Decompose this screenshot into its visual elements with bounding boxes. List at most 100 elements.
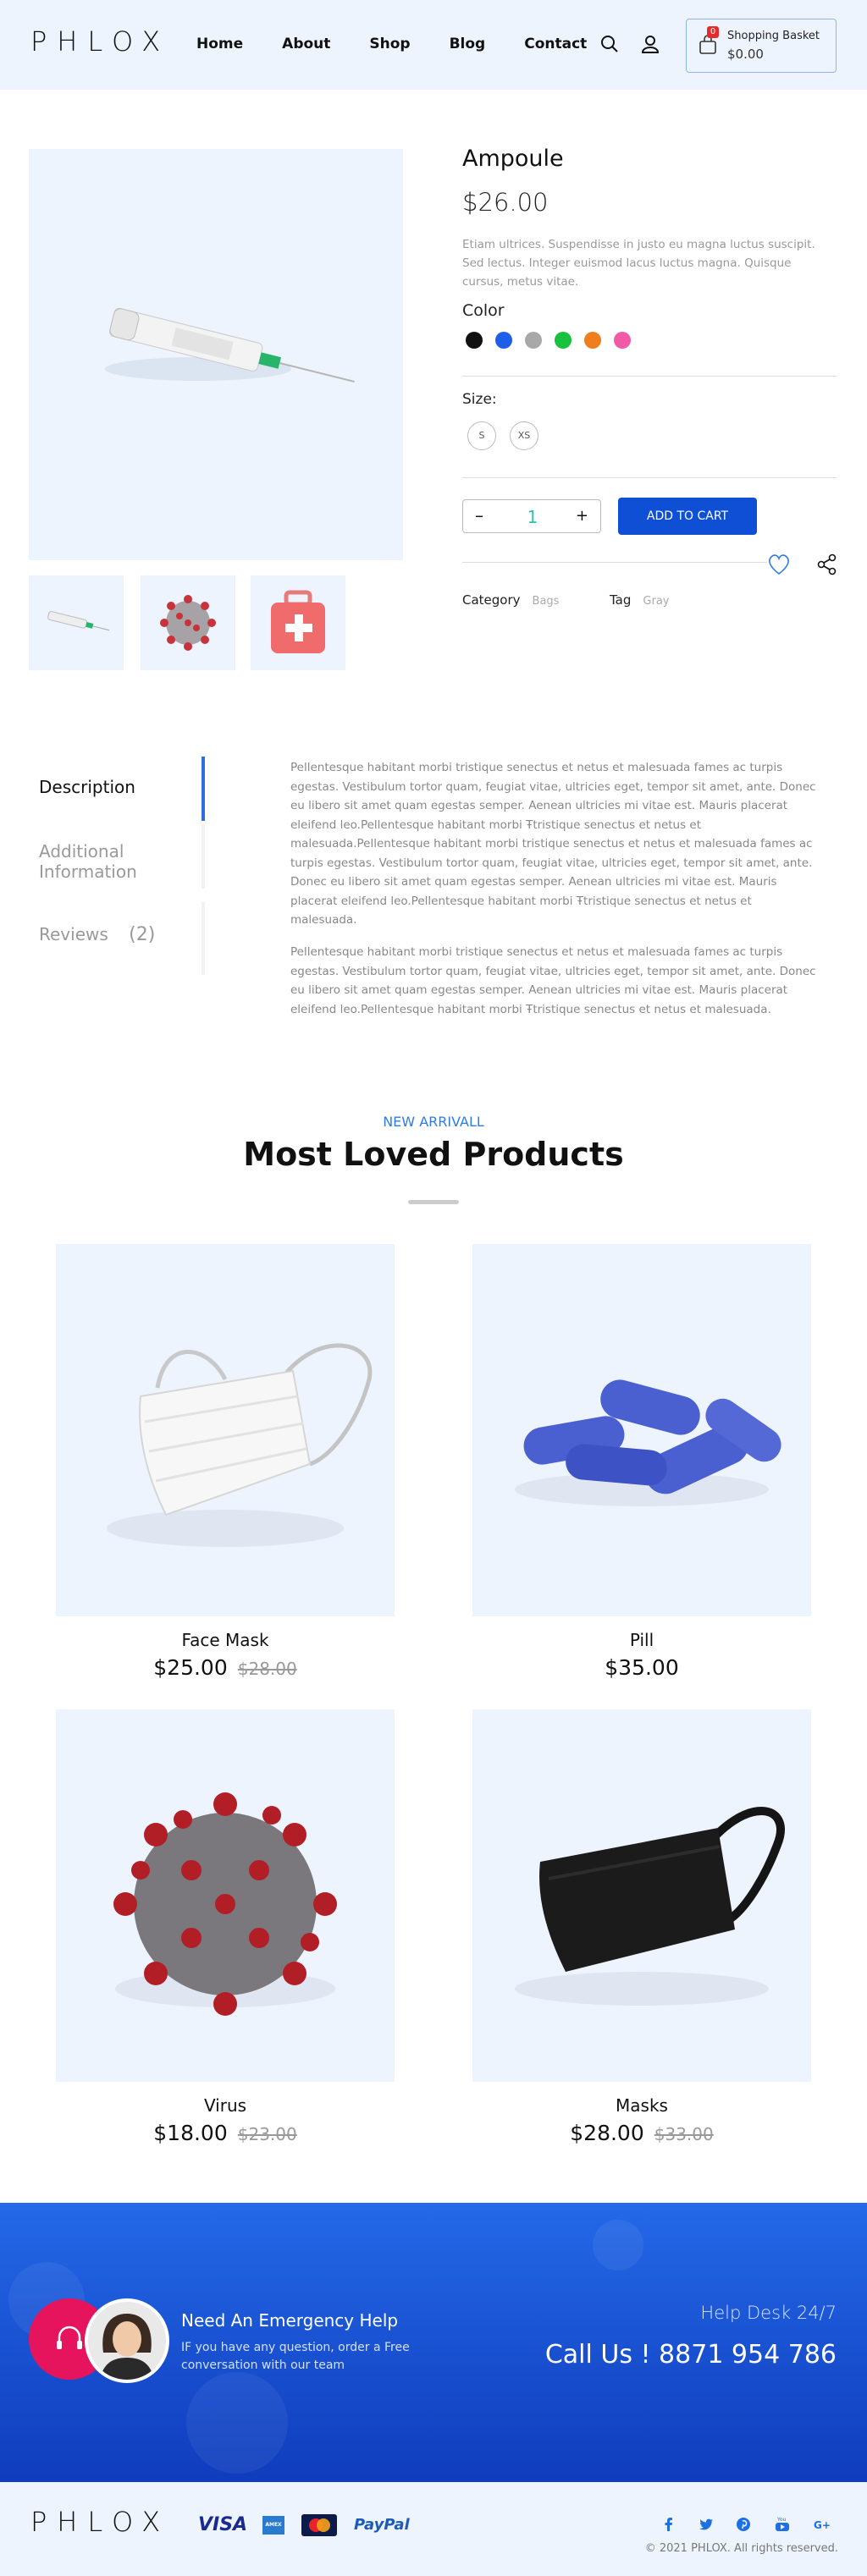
color-swatches: [466, 332, 643, 349]
tag-label: Tag: [610, 592, 632, 608]
nav-shop[interactable]: Shop: [369, 36, 410, 52]
divider: [462, 376, 837, 377]
current-price: $18.00: [153, 2121, 228, 2145]
virus-image: [113, 1792, 337, 2016]
size-option-xs[interactable]: XS: [510, 421, 538, 450]
product-card-face-mask[interactable]: [56, 1244, 395, 1616]
product-description: Etiam ultrices. Suspendisse in justo eu …: [462, 238, 815, 289]
product-price-face-mask: $25.00 $28.00: [56, 1655, 395, 1680]
emergency-banner: Need An Emergency Help IF you have any q…: [0, 2203, 867, 2482]
color-label: Color: [462, 301, 505, 320]
paypal-icon: PayPal: [354, 2516, 410, 2534]
product-title: Ampoule: [462, 146, 564, 172]
tab-additional-label-line1: Additional: [39, 841, 124, 861]
color-swatch-black[interactable]: [466, 332, 483, 349]
product-price-pill: $35.00: [472, 1655, 811, 1680]
copyright-text: © 2021 PHLOX. All rights reserved.: [644, 2542, 838, 2555]
category-value[interactable]: Bags: [533, 595, 560, 608]
size-options: S XS: [467, 421, 552, 450]
shopping-basket[interactable]: 0 Shopping Basket $0.00: [686, 19, 837, 73]
headset-icon: [57, 2326, 82, 2349]
divider: [462, 477, 837, 478]
description-paragraph-2: Pellentesque habitant morbi tristique se…: [290, 945, 816, 1016]
product-card-pill[interactable]: [472, 1244, 811, 1616]
twitter-icon[interactable]: [698, 2516, 715, 2533]
google-plus-icon[interactable]: G+: [813, 2516, 830, 2533]
share-icon[interactable]: [816, 553, 838, 575]
section-kicker: NEW ARRIVALL: [383, 1114, 484, 1130]
nav-home[interactable]: Home: [196, 36, 243, 52]
user-icon[interactable]: [640, 34, 660, 54]
call-us-phone[interactable]: Call Us ! 8871 954 786: [545, 2340, 837, 2370]
tab-indicator-active: [202, 757, 205, 821]
add-to-cart-button[interactable]: ADD TO CART: [618, 498, 757, 535]
old-price: $28.00: [237, 1659, 297, 1679]
support-agent-avatar: [85, 2298, 169, 2383]
product-main-image[interactable]: [29, 149, 403, 560]
virus-thumb-icon: [160, 595, 216, 651]
basket-label: Shopping Basket: [727, 30, 820, 42]
facebook-icon[interactable]: [660, 2516, 677, 2533]
youtube-icon[interactable]: You: [774, 2516, 791, 2533]
old-price: $33.00: [654, 2124, 714, 2144]
syringe-image: [105, 307, 355, 383]
product-card-virus[interactable]: [56, 1709, 395, 2082]
tag-value[interactable]: Gray: [643, 595, 669, 608]
pinterest-icon[interactable]: [735, 2516, 752, 2533]
product-name-masks[interactable]: Masks: [472, 2095, 811, 2116]
quantity-stepper: – 1 +: [462, 499, 601, 533]
black-mask-image: [515, 1807, 785, 2006]
current-price: $35.00: [605, 1655, 679, 1680]
color-swatch-orange[interactable]: [584, 332, 601, 349]
section-title: Most Loved Products: [243, 1136, 624, 1173]
divider: [462, 562, 767, 563]
site-footer: PHLOX VISA AMEX PayPal You G+ © 2021 PHL…: [0, 2482, 867, 2576]
tab-additional-label-line2: Information: [39, 861, 137, 882]
decorative-bubble: [593, 2220, 643, 2271]
search-icon[interactable]: [599, 34, 620, 54]
color-swatch-gray[interactable]: [525, 332, 542, 349]
product-name-virus[interactable]: Virus: [56, 2095, 395, 2116]
tab-additional-information[interactable]: Additional Information: [39, 841, 137, 882]
nav-about[interactable]: About: [282, 36, 330, 52]
svg-text:You: You: [776, 2517, 787, 2523]
color-swatch-pink[interactable]: [614, 332, 631, 349]
old-price: $23.00: [237, 2124, 297, 2144]
tab-reviews[interactable]: Reviews (2): [39, 924, 155, 945]
wishlist-heart-icon[interactable]: [767, 553, 791, 575]
reviews-count: (2): [129, 924, 156, 945]
thumbnail-syringe[interactable]: [29, 575, 124, 670]
current-price: $28.00: [570, 2121, 644, 2145]
logo[interactable]: PHLOX: [30, 25, 170, 58]
current-price: $25.00: [153, 1655, 228, 1680]
basket-price: $0.00: [727, 47, 764, 62]
product-card-masks[interactable]: [472, 1709, 811, 2082]
face-mask-image: [107, 1343, 373, 1547]
size-option-s[interactable]: S: [467, 421, 496, 450]
product-tag: Tag Gray: [610, 592, 669, 608]
nav-contact[interactable]: Contact: [524, 36, 587, 52]
product-name-face-mask[interactable]: Face Mask: [56, 1630, 395, 1650]
tab-description[interactable]: Description: [39, 777, 135, 797]
thumbnail-first-aid-kit[interactable]: [251, 575, 345, 670]
color-swatch-green[interactable]: [555, 332, 572, 349]
main-nav: Home About Shop Blog Contact: [196, 36, 626, 52]
mastercard-icon: [301, 2514, 337, 2536]
svg-text:G+: G+: [814, 2519, 830, 2531]
basket-count-badge: 0: [707, 26, 719, 38]
color-swatch-blue[interactable]: [495, 332, 512, 349]
footer-logo[interactable]: PHLOX: [30, 2506, 170, 2538]
emergency-title: Need An Emergency Help: [181, 2310, 399, 2331]
nav-blog[interactable]: Blog: [450, 36, 486, 52]
amex-icon: AMEX: [262, 2516, 284, 2535]
agent-avatar-image: [88, 2302, 166, 2380]
decorative-bubble: [186, 2372, 288, 2474]
tab-reviews-label: Reviews: [39, 924, 108, 944]
product-name-pill[interactable]: Pill: [472, 1630, 811, 1650]
help-desk-label: Help Desk 24/7: [700, 2303, 837, 2323]
quantity-increase-button[interactable]: +: [576, 507, 588, 525]
thumbnail-virus[interactable]: [141, 575, 235, 670]
tab-indicator: [202, 902, 205, 975]
description-paragraph-1: Pellentesque habitant morbi tristique se…: [290, 761, 816, 927]
site-header: PHLOX Home About Shop Blog Contact 0 Sho…: [0, 0, 867, 90]
